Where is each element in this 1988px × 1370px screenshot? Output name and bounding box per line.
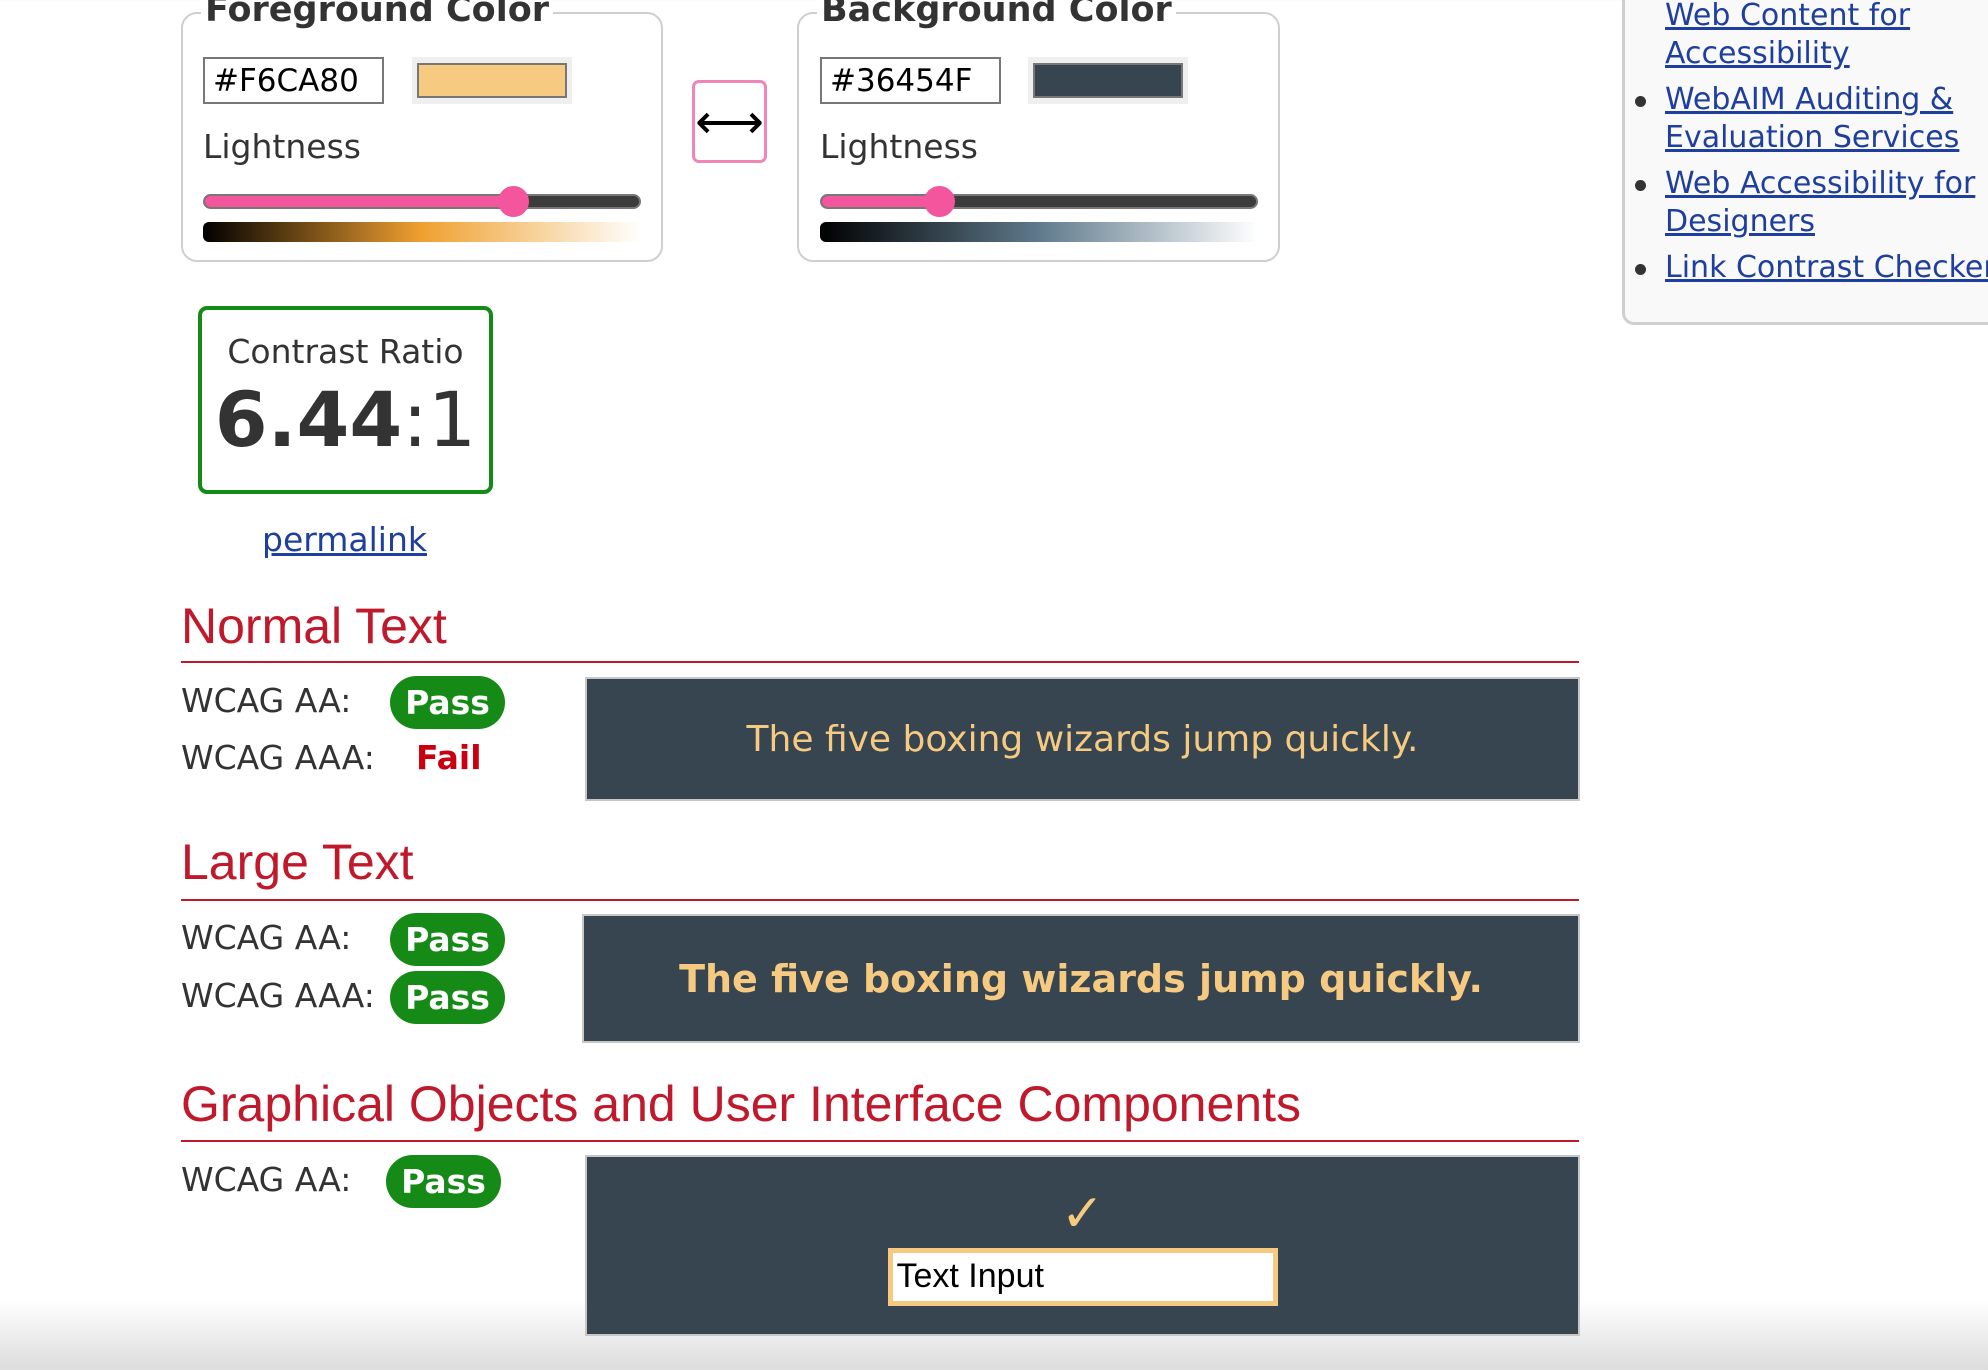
large-aa-pass-badge: Pass: [390, 913, 505, 966]
background-lightness-label: Lightness: [820, 127, 978, 166]
contrast-ratio-value: 6.44:1: [202, 375, 489, 465]
foreground-lightness-label: Lightness: [203, 127, 361, 166]
foreground-color-legend: Foreground Color: [201, 0, 554, 32]
foreground-hex-input[interactable]: [203, 57, 384, 104]
left-right-arrow-icon: ⟷: [695, 93, 764, 150]
resource-link-quick-reference[interactable]: Quick Reference: Testing Web Content for…: [1665, 0, 1988, 71]
resource-item: WebAIM Auditing & Evaluation Services: [1635, 81, 1988, 157]
large-aaa-pass-badge: Pass: [390, 971, 505, 1024]
normal-text-sample: The five boxing wizards jump quickly.: [585, 677, 1580, 801]
background-color-legend: Background Color: [817, 0, 1176, 32]
foreground-lightness-gradient: [203, 222, 641, 242]
resource-item: Web Accessibility for Designers: [1635, 165, 1988, 241]
checkmark-icon: ✓: [1060, 1183, 1105, 1244]
swap-colors-button[interactable]: ⟷: [692, 80, 767, 163]
normal-text-heading: Normal Text: [181, 598, 1579, 663]
resources-sidebar: Quick Reference: Testing Web Content for…: [1622, 0, 1988, 325]
foreground-color-picker[interactable]: [412, 57, 572, 104]
resource-link-designers[interactable]: Web Accessibility for Designers: [1665, 166, 1975, 239]
graphical-sample-content: ✓: [887, 1183, 1278, 1306]
graphical-objects-sample: ✓: [585, 1155, 1580, 1336]
contrast-ratio-number: 6.44: [214, 375, 403, 464]
sample-text-input[interactable]: [887, 1247, 1278, 1306]
background-lightness-gradient: [820, 222, 1258, 242]
background-slider-fill: [822, 196, 940, 207]
contrast-ratio-suffix: :1: [402, 375, 477, 464]
contrast-ratio-box: Contrast Ratio 6.44:1: [198, 306, 493, 494]
resource-link-auditing-services[interactable]: WebAIM Auditing & Evaluation Services: [1665, 82, 1959, 155]
background-color-panel: Background Color Lightness: [797, 0, 1280, 262]
foreground-swatch[interactable]: [417, 63, 567, 98]
large-sample-text: The five boxing wizards jump quickly.: [679, 956, 1483, 1001]
resource-item: Link Contrast Checker: [1635, 249, 1988, 287]
background-color-picker[interactable]: [1028, 57, 1188, 104]
normal-sample-text: The five boxing wizards jump quickly.: [746, 718, 1419, 760]
graphical-aa-pass-badge: Pass: [386, 1155, 501, 1208]
foreground-slider-fill: [205, 196, 514, 207]
background-hex-input[interactable]: [820, 57, 1001, 104]
large-aaa-label: WCAG AAA:: [181, 976, 375, 1015]
foreground-slider-thumb[interactable]: [498, 186, 530, 217]
graphical-aa-label: WCAG AA:: [181, 1160, 352, 1199]
resource-link-link-contrast-checker[interactable]: Link Contrast Checker: [1665, 250, 1988, 285]
foreground-lightness-slider[interactable]: [203, 186, 641, 217]
normal-aa-label: WCAG AA:: [181, 681, 352, 720]
contrast-ratio-label: Contrast Ratio: [227, 332, 464, 371]
foreground-color-panel: Foreground Color Lightness: [181, 0, 663, 262]
large-text-heading: Large Text: [181, 834, 1579, 901]
permalink-link[interactable]: permalink: [262, 520, 427, 559]
background-slider-thumb[interactable]: [924, 186, 956, 217]
resources-list: Quick Reference: Testing Web Content for…: [1625, 0, 1988, 287]
resource-item: Quick Reference: Testing Web Content for…: [1665, 0, 1988, 73]
normal-aaa-fail-badge: Fail: [416, 738, 482, 777]
large-aa-label: WCAG AA:: [181, 918, 352, 957]
background-swatch[interactable]: [1033, 63, 1183, 98]
background-lightness-slider[interactable]: [820, 186, 1258, 217]
normal-aaa-label: WCAG AAA:: [181, 738, 375, 777]
normal-aa-pass-badge: Pass: [390, 676, 505, 729]
large-text-sample: The five boxing wizards jump quickly.: [582, 914, 1580, 1043]
graphical-objects-heading: Graphical Objects and User Interface Com…: [181, 1076, 1579, 1142]
